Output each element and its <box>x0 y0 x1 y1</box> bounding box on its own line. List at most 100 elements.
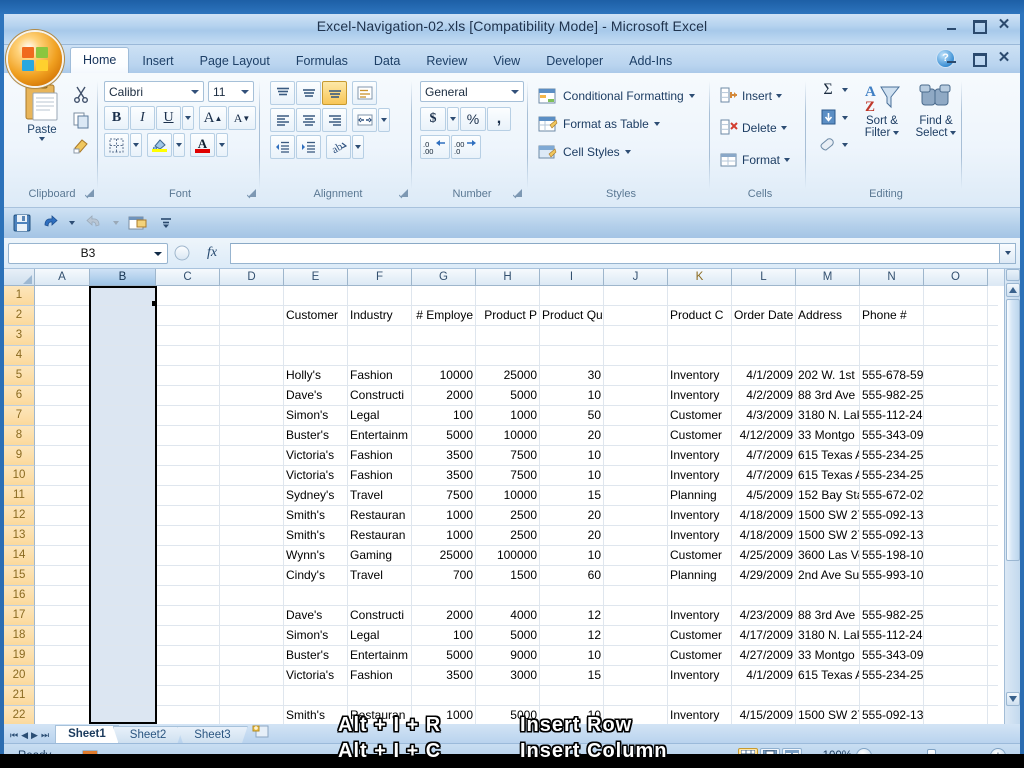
find-select-button[interactable]: Find & Select <box>910 81 962 139</box>
cell-L9[interactable]: 4/7/2009 <box>732 446 796 465</box>
undo-button[interactable] <box>38 212 62 234</box>
cell-O8[interactable] <box>924 426 988 445</box>
cell-K11[interactable]: Planning <box>668 486 732 505</box>
decrease-decimal-button[interactable]: .00 .0 <box>451 135 481 159</box>
cell-G1[interactable] <box>412 286 476 305</box>
fill-button[interactable] <box>816 109 848 126</box>
column-header-C[interactable]: C <box>156 269 220 286</box>
cell-E8[interactable]: Buster's <box>284 426 348 445</box>
cell-D4[interactable] <box>220 346 284 365</box>
sheet-tab-sheet1[interactable]: Sheet1 <box>55 725 119 743</box>
cell-E13[interactable]: Smith's <box>284 526 348 545</box>
increase-indent-button[interactable] <box>296 135 321 159</box>
cell-N2[interactable]: Phone # <box>860 306 924 325</box>
cell-M14[interactable]: 3600 Las Ve <box>796 546 860 565</box>
cell-O6[interactable] <box>924 386 988 405</box>
accounting-format-button[interactable]: $ <box>420 107 446 131</box>
align-right-button[interactable] <box>322 108 347 132</box>
cell-C15[interactable] <box>156 566 220 585</box>
cell-O2[interactable] <box>924 306 988 325</box>
row-header-1[interactable]: 1 <box>4 286 35 306</box>
column-header-L[interactable]: L <box>732 269 796 286</box>
cell-F22[interactable]: Restauran <box>348 706 412 724</box>
cell-B9[interactable] <box>90 446 156 465</box>
cell-A13[interactable] <box>35 526 90 545</box>
cell-D3[interactable] <box>220 326 284 345</box>
cell-A8[interactable] <box>35 426 90 445</box>
column-header-J[interactable]: J <box>604 269 668 286</box>
cell-H22[interactable]: 5000 <box>476 706 540 724</box>
cell-L20[interactable]: 4/1/2009 <box>732 666 796 685</box>
cell-K3[interactable] <box>668 326 732 345</box>
cell-J17[interactable] <box>604 606 668 625</box>
ribbon-tab-view[interactable]: View <box>480 49 533 74</box>
cell-D19[interactable] <box>220 646 284 665</box>
cell-E19[interactable]: Buster's <box>284 646 348 665</box>
merge-center-chevron-down-icon[interactable] <box>378 108 390 132</box>
cell-M21[interactable] <box>796 686 860 705</box>
cell-F13[interactable]: Restauran <box>348 526 412 545</box>
row-header-14[interactable]: 14 <box>4 546 35 566</box>
cell-O10[interactable] <box>924 466 988 485</box>
column-header-M[interactable]: M <box>796 269 860 286</box>
cell-F10[interactable]: Fashion <box>348 466 412 485</box>
last-sheet-button[interactable]: ⏭ <box>41 730 49 741</box>
cell-G20[interactable]: 3500 <box>412 666 476 685</box>
cell-J15[interactable] <box>604 566 668 585</box>
font-color-chevron-down-icon[interactable] <box>216 133 228 157</box>
split-box[interactable] <box>1006 269 1020 281</box>
cell-C1[interactable] <box>156 286 220 305</box>
cell-B2[interactable] <box>90 306 156 325</box>
cell-H2[interactable]: Product P <box>476 306 540 325</box>
cell-G12[interactable]: 1000 <box>412 506 476 525</box>
scroll-up-button[interactable] <box>1006 283 1020 297</box>
cell-O15[interactable] <box>924 566 988 585</box>
cell-B12[interactable] <box>90 506 156 525</box>
cell-G22[interactable]: 1000 <box>412 706 476 724</box>
cell-C21[interactable] <box>156 686 220 705</box>
cell-F12[interactable]: Restauran <box>348 506 412 525</box>
cell-F19[interactable]: Entertainm <box>348 646 412 665</box>
ribbon-tab-insert[interactable]: Insert <box>129 49 186 74</box>
delete-cells-button[interactable]: Delete <box>720 115 787 140</box>
cell-N10[interactable]: 555-234-2530 <box>860 466 924 485</box>
cell-C13[interactable] <box>156 526 220 545</box>
cell-G18[interactable]: 100 <box>412 626 476 645</box>
cell-L16[interactable] <box>732 586 796 605</box>
cell-C20[interactable] <box>156 666 220 685</box>
cell-L18[interactable]: 4/17/2009 <box>732 626 796 645</box>
cell-L13[interactable]: 4/18/2009 <box>732 526 796 545</box>
cell-N17[interactable]: 555-982-2523 <box>860 606 924 625</box>
decrease-indent-button[interactable] <box>270 135 295 159</box>
cell-O18[interactable] <box>924 626 988 645</box>
cell-L4[interactable] <box>732 346 796 365</box>
cell-M8[interactable]: 33 Montgo <box>796 426 860 445</box>
cell-B17[interactable] <box>90 606 156 625</box>
cell-A5[interactable] <box>35 366 90 385</box>
cell-L12[interactable]: 4/18/2009 <box>732 506 796 525</box>
cell-F14[interactable]: Gaming <box>348 546 412 565</box>
cell-E9[interactable]: Victoria's <box>284 446 348 465</box>
print-preview-button[interactable] <box>126 212 150 234</box>
cell-D5[interactable] <box>220 366 284 385</box>
undo-chevron-down-icon[interactable] <box>66 212 78 234</box>
cell-M16[interactable] <box>796 586 860 605</box>
cell-B18[interactable] <box>90 626 156 645</box>
vertical-scroll-thumb[interactable] <box>1006 299 1020 561</box>
cell-A6[interactable] <box>35 386 90 405</box>
cell-H14[interactable]: 100000 <box>476 546 540 565</box>
cell-N3[interactable] <box>860 326 924 345</box>
row-header-20[interactable]: 20 <box>4 666 35 686</box>
cell-O5[interactable] <box>924 366 988 385</box>
cell-I11[interactable]: 15 <box>540 486 604 505</box>
clear-button[interactable] <box>816 137 848 153</box>
cell-H9[interactable]: 7500 <box>476 446 540 465</box>
cell-E21[interactable] <box>284 686 348 705</box>
cell-A14[interactable] <box>35 546 90 565</box>
cell-I20[interactable]: 15 <box>540 666 604 685</box>
cell-A12[interactable] <box>35 506 90 525</box>
cell-H3[interactable] <box>476 326 540 345</box>
cell-D8[interactable] <box>220 426 284 445</box>
cell-D2[interactable] <box>220 306 284 325</box>
cell-B20[interactable] <box>90 666 156 685</box>
